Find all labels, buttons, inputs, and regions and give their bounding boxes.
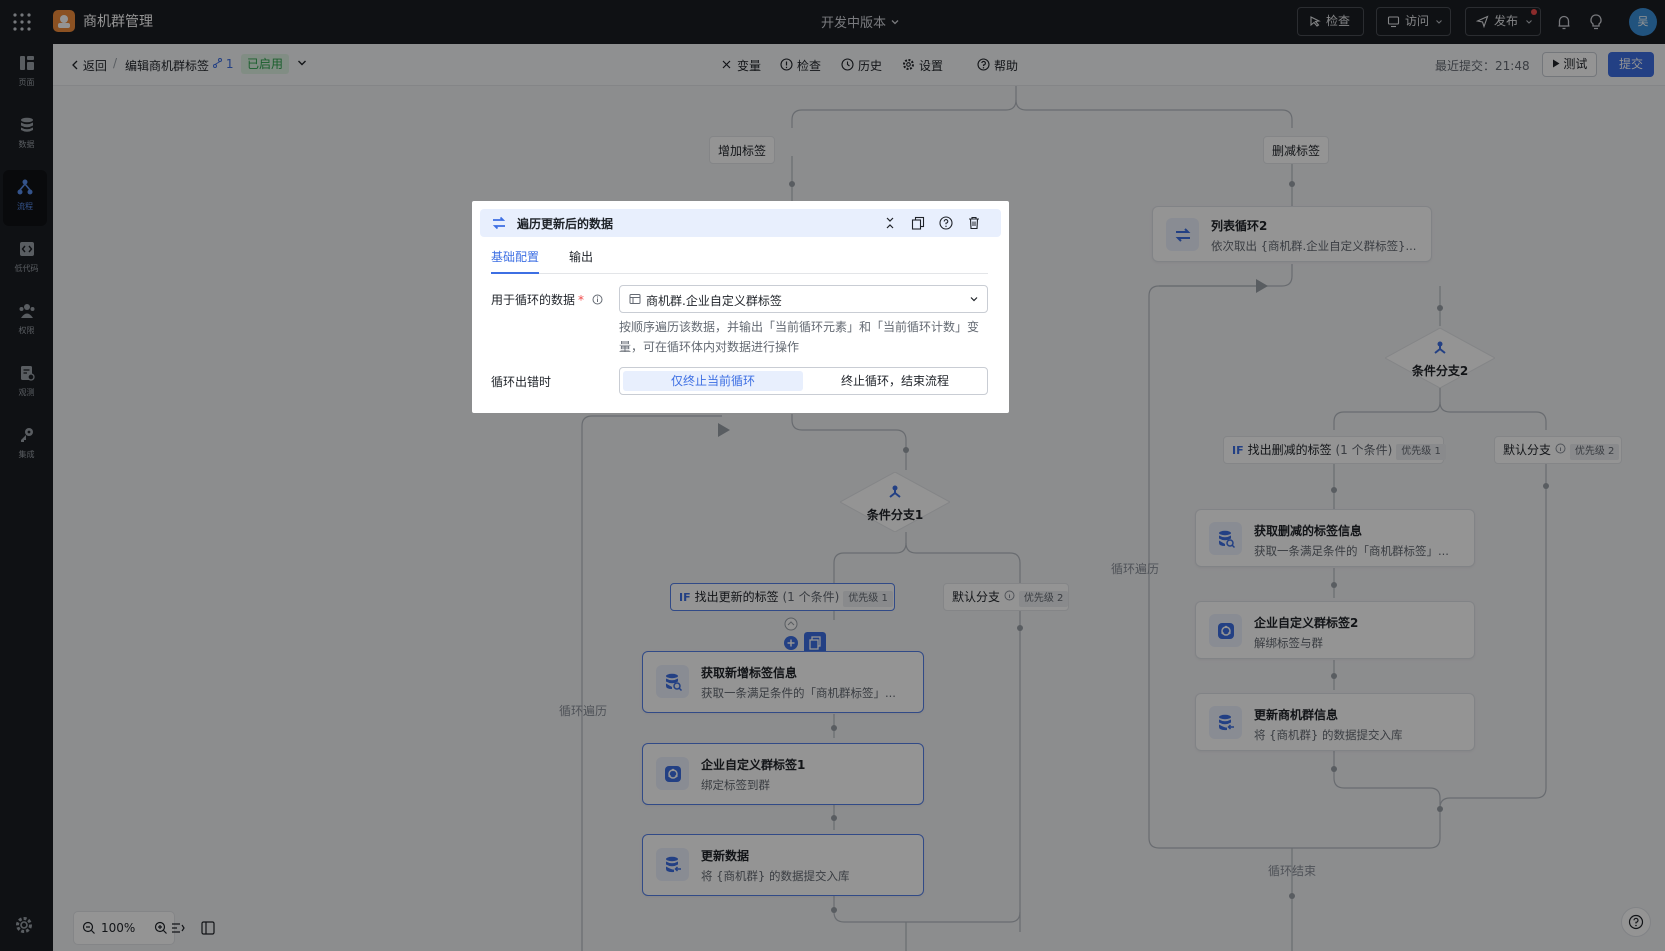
collapse-icon[interactable] (882, 215, 898, 231)
info-icon[interactable] (592, 294, 603, 305)
copy-icon[interactable] (910, 215, 926, 231)
loop-config-panel: 遍历更新后的数据 基础配置 输出 用于循环的数据 * 商机群.企业自定义群标签 按… (472, 201, 1009, 413)
loop-data-label-text: 用于循环的数据 (491, 293, 576, 307)
question-circle-icon[interactable] (938, 215, 954, 231)
option-stop-loop-end-flow[interactable]: 终止循环，结束流程 (805, 371, 985, 391)
required-mark: * (578, 293, 585, 307)
loop-error-label: 循环出错时 (491, 375, 552, 389)
loop-data-value: 商机群.企业自定义群标签 (646, 294, 782, 308)
table-icon (629, 294, 641, 304)
tab-basic-config[interactable]: 基础配置 (491, 248, 540, 274)
trash-icon[interactable] (966, 215, 982, 231)
loop-data-hint: 按顺序遍历该数据，并输出「当前循环元素」和「当前循环计数」变量，可在循环体内对数… (619, 320, 980, 354)
panel-title: 遍历更新后的数据 (517, 217, 614, 231)
panel-header: 遍历更新后的数据 (480, 209, 1001, 237)
loop-data-select[interactable]: 商机群.企业自定义群标签 (619, 285, 988, 313)
panel-tabs: 基础配置 输出 (491, 246, 988, 274)
loop-data-field-label: 用于循环的数据 * (491, 291, 603, 308)
tab-output[interactable]: 输出 (569, 248, 593, 274)
modal-backdrop[interactable] (0, 0, 1665, 951)
loop-icon (492, 216, 506, 230)
chevron-down-icon (970, 297, 978, 302)
loop-error-segmented: 仅终止当前循环 终止循环，结束流程 (619, 367, 988, 395)
option-stop-current-loop[interactable]: 仅终止当前循环 (623, 371, 803, 391)
